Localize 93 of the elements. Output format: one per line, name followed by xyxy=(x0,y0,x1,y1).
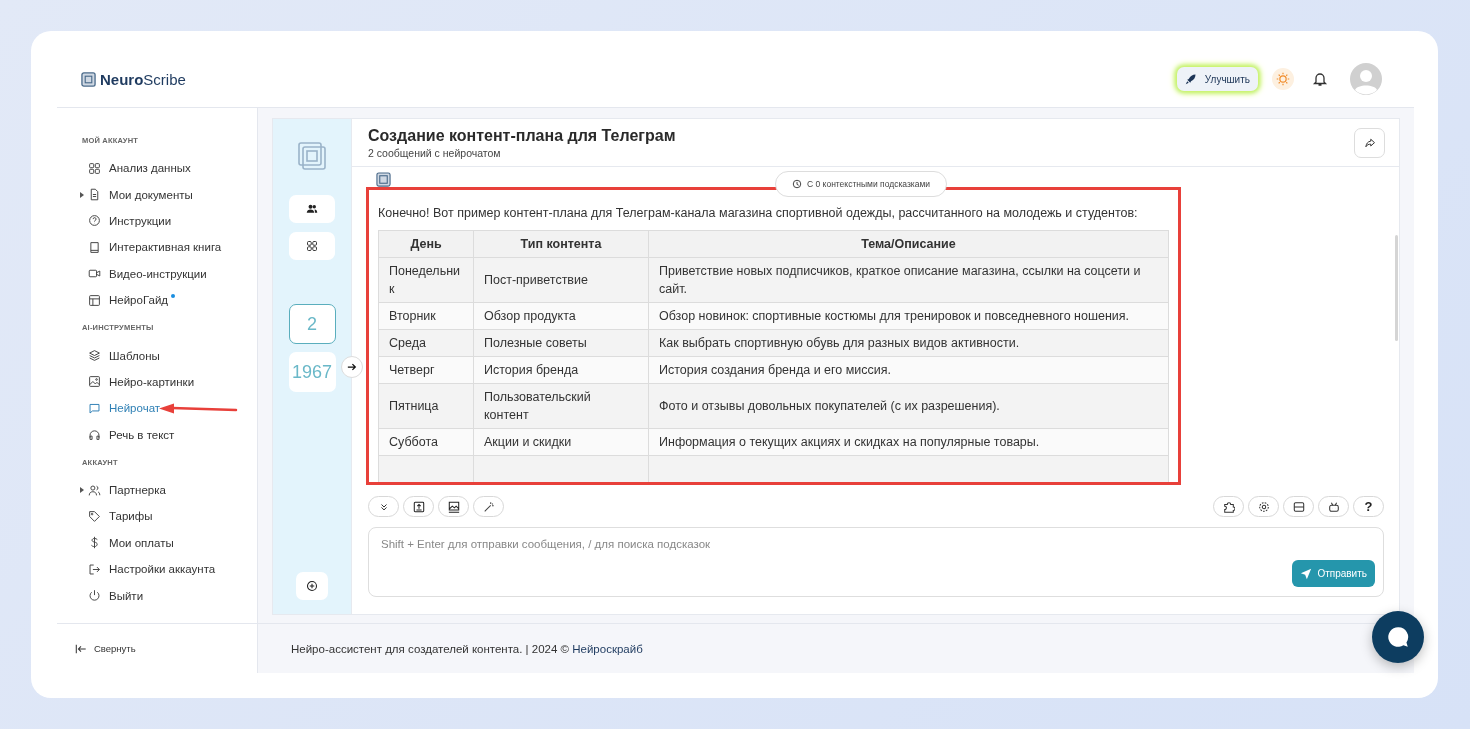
layers-icon xyxy=(88,349,101,363)
table-cell: Приветствие новых подписчиков, краткое описание магазина, ссылки на соцсети и сайт. xyxy=(648,257,1169,303)
send-icon xyxy=(1300,567,1313,580)
column-header: Тема/Описание xyxy=(648,230,1169,258)
sidebar-item[interactable]: Инструкции xyxy=(82,207,257,235)
collapse-button[interactable]: Свернуть xyxy=(75,642,136,655)
table-cell: Среда xyxy=(378,329,474,357)
users-button[interactable] xyxy=(289,195,335,223)
robot-icon xyxy=(1327,500,1340,513)
sidebar-item[interactable]: Мои оплаты xyxy=(82,529,257,557)
sidebar-item[interactable]: Речь в текст xyxy=(82,421,257,448)
table-cell: Фото и отзывы довольных покупателей (с их разрешения). xyxy=(648,383,1169,429)
expand-button[interactable] xyxy=(341,356,363,378)
chat-icon xyxy=(1385,624,1411,650)
table-cell: Четверг xyxy=(378,356,474,384)
layout-icon xyxy=(88,293,101,307)
footer-text: Нейро-ассистент для создателей контента. | 2024 © Нейроскрайб xyxy=(291,642,643,655)
table-cell: Вторник xyxy=(378,302,474,330)
sidebar-item[interactable]: Шаблоны xyxy=(82,342,257,369)
users-icon xyxy=(306,203,318,215)
table-cell: История бренда xyxy=(473,356,649,384)
upload-icon xyxy=(412,500,425,513)
table-cell: Пост-приветствие xyxy=(473,257,649,303)
sidebar-item[interactable]: Интерактивная книга xyxy=(82,234,257,261)
archive-icon xyxy=(1292,500,1305,513)
plus-icon xyxy=(306,580,318,592)
chat-icon xyxy=(88,401,101,415)
message-text: Конечно! Вот пример контент-плана для Телеграм-канала магазина спортивной одежды, рассчитанного на молодежь и студентов: xyxy=(378,206,1139,221)
table-cell: Пользовательский контент xyxy=(473,383,649,429)
puzzle-icon xyxy=(1222,500,1235,513)
table-cell: Как выбрать спортивную обувь для разных видов активности. xyxy=(648,329,1169,357)
table-cell: Пятница xyxy=(378,383,474,429)
table-cell: Обзор продукта xyxy=(473,302,649,330)
exit-icon xyxy=(88,562,101,576)
sidebar-item[interactable]: Видео-инструкции xyxy=(82,260,257,287)
sidebar-item[interactable]: Анализ данных xyxy=(82,155,257,182)
image-button[interactable] xyxy=(438,496,469,517)
add-button[interactable] xyxy=(296,572,328,600)
column-header: День xyxy=(378,230,474,258)
sidebar-item[interactable]: Выйти xyxy=(82,582,257,609)
upgrade-button[interactable]: Улучшить xyxy=(1176,67,1258,91)
clock-icon xyxy=(792,179,802,189)
archive-button[interactable] xyxy=(1283,496,1314,517)
image-icon xyxy=(447,500,460,513)
puzzle-button[interactable] xyxy=(1213,496,1244,517)
context-hint-pill[interactable]: С 0 контекстными подсказками xyxy=(775,171,948,197)
share-button[interactable] xyxy=(1354,127,1385,158)
footer-link[interactable]: Нейроскрайб xyxy=(572,642,643,655)
logo-icon xyxy=(81,71,96,87)
upload-button[interactable] xyxy=(403,496,434,517)
image-icon xyxy=(88,375,101,389)
sidebar-item[interactable]: Партнерка xyxy=(82,476,257,504)
share-icon xyxy=(1363,136,1376,149)
sidebar-item[interactable]: Настройки аккаунта xyxy=(82,556,257,583)
headphones-icon xyxy=(88,428,101,442)
tag-icon xyxy=(88,510,101,523)
sidebar-item[interactable]: Тарифы xyxy=(82,503,257,530)
apps-button[interactable] xyxy=(289,232,335,260)
logo-icon xyxy=(297,141,327,171)
table-cell: Полезные советы xyxy=(473,329,649,357)
help-button[interactable]: ? xyxy=(1353,496,1384,517)
sidebar-item[interactable]: НейроГайд xyxy=(82,286,257,314)
grid-icon xyxy=(306,240,318,252)
bell-icon[interactable] xyxy=(1312,71,1328,87)
table-cell: Суббота xyxy=(378,428,474,456)
power-icon xyxy=(88,589,101,603)
magic-wand-icon xyxy=(482,500,495,513)
sidebar-item[interactable]: Нейро-картинки xyxy=(82,368,257,396)
settings-icon xyxy=(1257,500,1270,513)
sidebar-item[interactable]: Мои документы xyxy=(82,181,257,208)
chat-bubble-button[interactable] xyxy=(1372,611,1424,663)
collapse-icon xyxy=(75,642,87,655)
document-icon xyxy=(88,188,101,202)
logo-icon xyxy=(376,172,391,187)
users-icon xyxy=(88,483,101,497)
table-cell: Обзор новинок: спортивные костюмы для тренировок и повседневного ношения. xyxy=(648,302,1169,330)
settings-button[interactable] xyxy=(1248,496,1279,517)
help-icon xyxy=(88,214,101,228)
chat-subtitle: 2 сообщений с нейрочатом xyxy=(368,146,502,159)
sidebar-item[interactable]: Нейрочат xyxy=(82,395,257,422)
chat-title: Создание контент-плана для Телеграм xyxy=(368,126,676,145)
book-icon xyxy=(88,240,101,254)
dollar-icon xyxy=(88,536,101,550)
table-cell: История создания бренда и его миссия. xyxy=(648,356,1169,384)
chevrons-down-icon xyxy=(378,501,389,512)
table-cell: Понедельни к xyxy=(378,257,474,303)
table-cell: Акции и скидки xyxy=(473,428,649,456)
table-cell: Информация о текущих акциях и скидках на популярные товары. xyxy=(648,428,1169,456)
robot-button[interactable] xyxy=(1318,496,1349,517)
arrow-right-icon xyxy=(347,362,357,372)
grid-icon xyxy=(88,161,101,175)
column-header: Тип контента xyxy=(473,230,649,258)
app-logo-text: NeuroScribe xyxy=(100,70,186,88)
